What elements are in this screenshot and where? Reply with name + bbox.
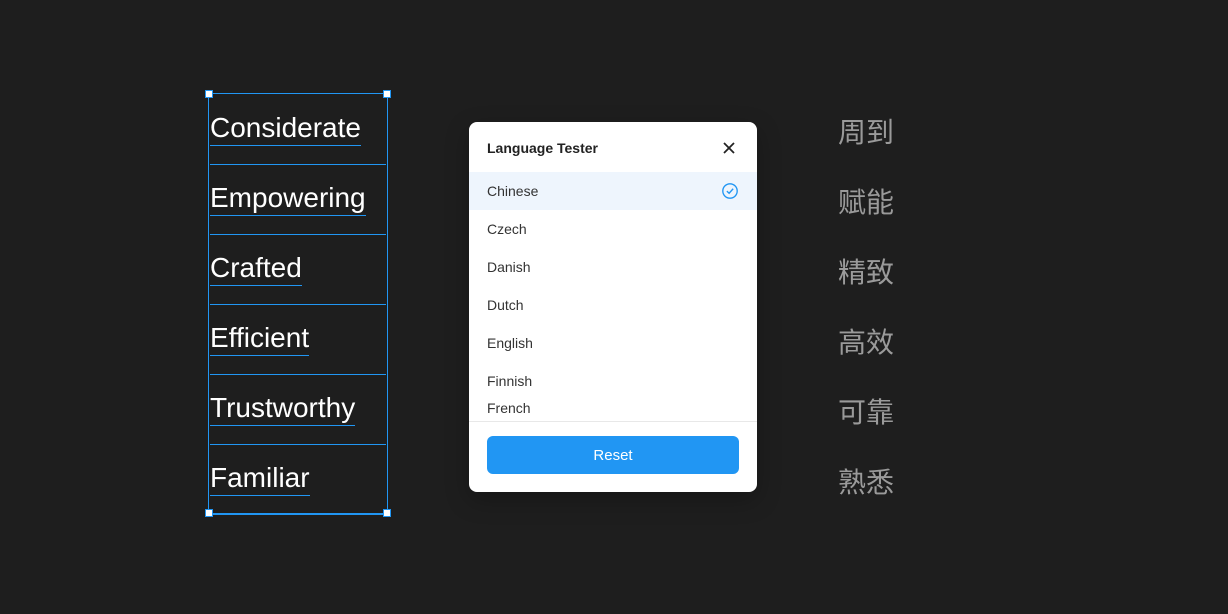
language-tester-panel: Language Tester Chinese Czech — [469, 122, 757, 492]
check-circle-icon — [721, 182, 739, 200]
list-item[interactable]: 可靠 — [838, 375, 894, 445]
list-item[interactable]: 熟悉 — [838, 445, 894, 515]
word-text: 高效 — [838, 328, 894, 359]
word-text: 精致 — [838, 258, 894, 289]
panel-header: Language Tester — [469, 122, 757, 172]
reset-button[interactable]: Reset — [487, 436, 739, 474]
list-item[interactable]: Considerate — [210, 95, 386, 165]
english-word-list: Considerate Empowering Crafted Efficient… — [210, 95, 386, 515]
word-text: Crafted — [210, 253, 302, 286]
panel-title: Language Tester — [487, 140, 598, 156]
word-text: Familiar — [210, 463, 310, 496]
word-text: Efficient — [210, 323, 309, 356]
word-text: 赋能 — [838, 188, 894, 219]
language-label: Czech — [487, 221, 527, 237]
word-text: Trustworthy — [210, 393, 355, 426]
list-item[interactable]: Efficient — [210, 305, 386, 375]
word-text: 可靠 — [838, 398, 894, 429]
word-text: 周到 — [838, 118, 894, 149]
list-item[interactable]: Crafted — [210, 235, 386, 305]
list-item[interactable]: Empowering — [210, 165, 386, 235]
translation-word-list: 周到 赋能 精致 高效 可靠 熟悉 — [838, 95, 894, 515]
language-item-czech[interactable]: Czech — [469, 210, 757, 248]
language-item-english[interactable]: English — [469, 324, 757, 362]
language-item-dutch[interactable]: Dutch — [469, 286, 757, 324]
list-item[interactable]: Trustworthy — [210, 375, 386, 445]
word-text: Considerate — [210, 113, 361, 146]
list-item[interactable]: 赋能 — [838, 165, 894, 235]
language-label: Chinese — [487, 183, 538, 199]
language-label: Dutch — [487, 297, 524, 313]
language-item-chinese[interactable]: Chinese — [469, 172, 757, 210]
panel-footer: Reset — [469, 421, 757, 492]
close-button[interactable] — [717, 136, 741, 160]
language-item-finnish[interactable]: Finnish — [469, 362, 757, 400]
list-item[interactable]: 高效 — [838, 305, 894, 375]
language-list[interactable]: Chinese Czech Danish Dutch English — [469, 172, 757, 421]
close-icon — [721, 140, 737, 156]
list-item[interactable]: 精致 — [838, 235, 894, 305]
list-item[interactable]: Familiar — [210, 445, 386, 515]
language-item-danish[interactable]: Danish — [469, 248, 757, 286]
word-text: Empowering — [210, 183, 366, 216]
list-item[interactable]: 周到 — [838, 95, 894, 165]
language-item-french[interactable]: French — [469, 400, 757, 421]
language-label: Danish — [487, 259, 531, 275]
design-canvas[interactable]: Considerate Empowering Crafted Efficient… — [0, 0, 1228, 614]
word-text: 熟悉 — [838, 468, 894, 499]
language-label: English — [487, 335, 533, 351]
language-label: Finnish — [487, 373, 532, 389]
language-label: French — [487, 400, 531, 416]
